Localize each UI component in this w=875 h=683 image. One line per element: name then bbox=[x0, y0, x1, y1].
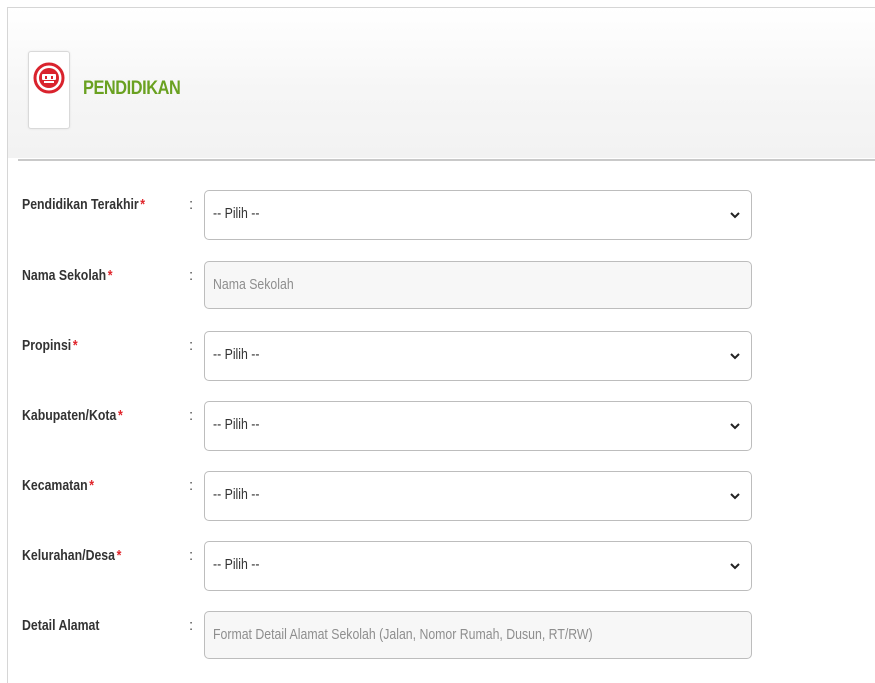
nama-sekolah-input[interactable]: Nama Sekolah bbox=[204, 261, 752, 309]
chevron-down-icon bbox=[730, 353, 740, 360]
kabupaten-kota-select[interactable]: -- Pilih -- bbox=[204, 401, 752, 451]
select-value: -- Pilih -- bbox=[213, 486, 260, 503]
required-marker: * bbox=[116, 547, 122, 564]
field-separator: : bbox=[189, 196, 194, 213]
chevron-down-icon bbox=[730, 563, 740, 570]
input-placeholder: Format Detail Alamat Sekolah (Jalan, Nom… bbox=[213, 626, 593, 643]
field-separator: : bbox=[189, 477, 194, 494]
graduation-emblem-icon bbox=[33, 62, 65, 94]
education-panel: PENDIDIKAN Pendidikan Terakhir * : -- Pil… bbox=[7, 7, 875, 683]
pendidikan-terakhir-select[interactable]: -- Pilih -- bbox=[204, 190, 752, 240]
field-label: Kelurahan/Desa * bbox=[22, 547, 122, 564]
input-placeholder: Nama Sekolah bbox=[213, 276, 294, 293]
form-row-kelurahan-desa: Kelurahan/Desa * : -- Pilih -- bbox=[8, 541, 875, 593]
form-row-kecamatan: Kecamatan * : -- Pilih -- bbox=[8, 471, 875, 523]
chevron-down-icon bbox=[730, 212, 740, 219]
field-label: Nama Sekolah * bbox=[22, 267, 113, 284]
field-label: Kecamatan * bbox=[22, 477, 95, 494]
kecamatan-select[interactable]: -- Pilih -- bbox=[204, 471, 752, 521]
header-divider bbox=[18, 159, 875, 161]
field-label: Propinsi * bbox=[22, 337, 78, 354]
form-row-kabupaten-kota: Kabupaten/Kota * : -- Pilih -- bbox=[8, 401, 875, 453]
required-marker: * bbox=[117, 407, 123, 424]
propinsi-select[interactable]: -- Pilih -- bbox=[204, 331, 752, 381]
select-value: -- Pilih -- bbox=[213, 416, 260, 433]
field-separator: : bbox=[189, 407, 194, 424]
field-label: Detail Alamat bbox=[22, 617, 100, 634]
detail-alamat-input[interactable]: Format Detail Alamat Sekolah (Jalan, Nom… bbox=[204, 611, 752, 659]
field-separator: : bbox=[189, 617, 194, 634]
field-label: Kabupaten/Kota * bbox=[22, 407, 123, 424]
required-marker: * bbox=[140, 196, 146, 213]
kelurahan-desa-select[interactable]: -- Pilih -- bbox=[204, 541, 752, 591]
field-separator: : bbox=[189, 337, 194, 354]
chevron-down-icon bbox=[730, 493, 740, 500]
required-marker: * bbox=[89, 477, 95, 494]
form-row-nama-sekolah: Nama Sekolah * : Nama Sekolah bbox=[8, 261, 875, 313]
select-value: -- Pilih -- bbox=[213, 205, 260, 222]
field-label: Pendidikan Terakhir * bbox=[22, 196, 146, 213]
form-row-pendidikan-terakhir: Pendidikan Terakhir * : -- Pilih -- bbox=[8, 190, 875, 242]
section-logo bbox=[28, 51, 70, 129]
field-separator: : bbox=[189, 267, 194, 284]
select-value: -- Pilih -- bbox=[213, 346, 260, 363]
panel-header: PENDIDIKAN bbox=[8, 8, 875, 158]
form-row-detail-alamat: Detail Alamat : Format Detail Alamat Sek… bbox=[8, 611, 875, 663]
field-separator: : bbox=[189, 547, 194, 564]
required-marker: * bbox=[107, 267, 113, 284]
select-value: -- Pilih -- bbox=[213, 556, 260, 573]
form-row-propinsi: Propinsi * : -- Pilih -- bbox=[8, 331, 875, 383]
required-marker: * bbox=[72, 337, 78, 354]
section-title: PENDIDIKAN bbox=[83, 78, 181, 99]
chevron-down-icon bbox=[730, 423, 740, 430]
